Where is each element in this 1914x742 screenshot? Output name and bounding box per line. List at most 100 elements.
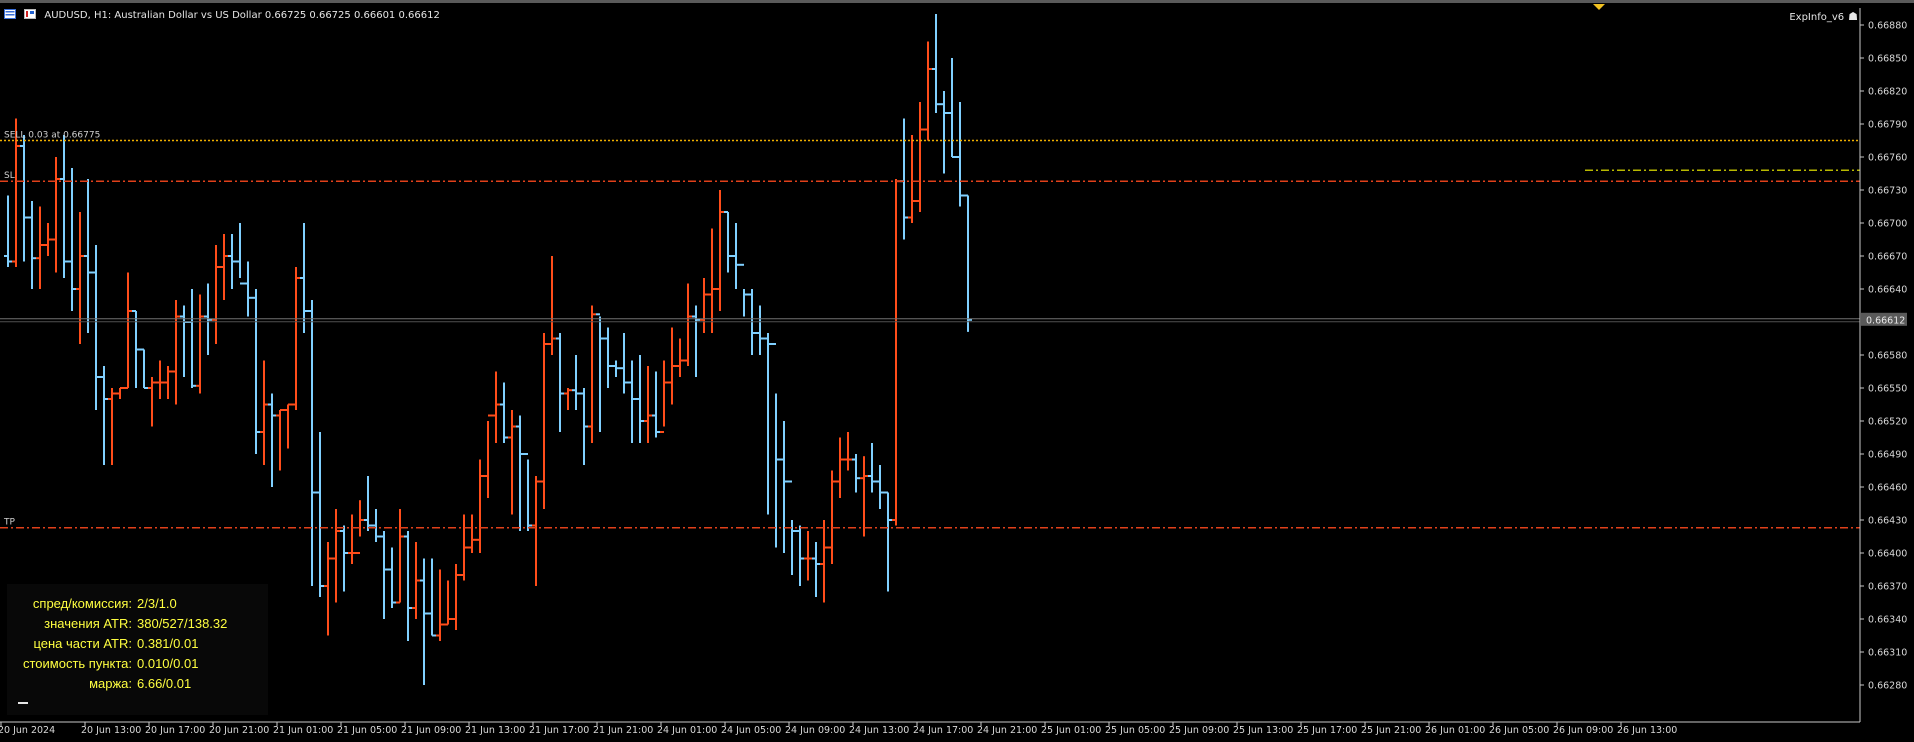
ohlc-bar [436,569,444,641]
time-tick-label: 25 Jun 17:00 [1297,725,1357,736]
ohlc-bar [564,388,572,410]
ohlc-bar [100,366,108,465]
info-value: 0.381/0.01 [137,636,199,651]
ohlc-bar [428,558,436,637]
time-tick-label: 21 Jun 21:00 [593,725,653,736]
ohlc-bar [540,333,548,509]
time-tick-label: 24 Jun 21:00 [977,725,1037,736]
ohlc-bar [68,168,76,311]
ohlc-bar [780,421,788,553]
ohlc-bar [20,135,28,262]
ohlc-bar [764,333,772,515]
ohlc-bar [652,371,660,438]
ohlc-bar [612,360,620,377]
ohlc-bar [60,135,68,278]
ohlc-bar [372,509,380,542]
take-profit-label: TP [3,518,15,528]
ohlc-bar [460,514,468,581]
ohlc-bar [132,310,140,388]
bid-price-label: 0.66612 [1866,315,1905,326]
ohlc-bar [668,327,676,405]
ohlc-bar [620,333,628,394]
price-tick-label: 0.66790 [1868,120,1907,131]
chart-shift-marker[interactable] [1593,4,1605,10]
ohlc-bar [52,157,60,273]
sell-order-label: SELL 0.03 at 0.66775 [4,131,100,141]
ohlc-bar [348,514,356,564]
price-tick-label: 0.66580 [1868,351,1907,362]
trade-level-labels: SELL 0.03 at 0.66775 SL TP [3,131,100,528]
price-tick-label: 0.66490 [1868,450,1907,461]
ohlc-bar [500,382,508,443]
time-tick-label: 26 Jun 01:00 [1425,725,1485,736]
ohlc-bar [852,454,860,493]
ohlc-bar [636,355,644,443]
ohlc-bar [956,102,964,207]
ohlc-bar [508,410,516,515]
ohlc-bar [812,542,820,597]
price-tick-label: 0.66730 [1868,186,1907,197]
ohlc-bar [332,509,340,603]
time-tick-label: 24 Jun 13:00 [849,725,909,736]
price-tick-label: 0.66670 [1868,252,1907,263]
ohlc-bar [580,388,588,465]
ohlc-bar [28,201,36,289]
ohlc-bar [252,289,260,454]
ohlc-bar [772,343,780,548]
ohlc-bar [836,437,844,498]
ohlc-bar [948,58,956,158]
ohlc-bar [276,409,284,471]
ohlc-bar [820,520,828,603]
ohlc-bar [596,313,604,432]
price-axis: 0.66880 0.66850 0.66820 0.66790 0.66760 0.667… [1593,4,1907,722]
ohlc-bar [708,228,716,333]
ohlc-bar [916,102,924,212]
ohlc-bar [964,194,972,332]
ohlc-bar [220,234,228,300]
price-tick-label: 0.66880 [1868,21,1907,32]
ohlc-bar [588,305,596,443]
ohlc-bar [76,212,84,344]
time-tick-label: 25 Jun 05:00 [1105,725,1165,736]
ohlc-bar [420,558,428,685]
ohlc-bar [492,371,500,443]
info-row-margin: маржа: 6.66/0.01 [7,676,268,694]
price-tick-label: 0.66520 [1868,417,1907,428]
price-chart[interactable]: SELL 0.03 at 0.66775SLTP 0.668800.668500… [0,0,1914,742]
ohlc-bar [516,415,524,531]
ohlc-bar [484,414,492,498]
time-tick-label: 20 Jun 2024 [0,725,55,736]
ohlc-bar [628,360,636,443]
ohlc-bar [308,300,316,586]
ohlc-bar [940,91,948,174]
ohlc-bar [604,327,612,388]
ohlc-bar [316,432,324,597]
info-label: цена части ATR: [33,636,132,651]
price-tick-label: 0.66370 [1868,582,1907,593]
time-tick-label: 24 Jun 01:00 [657,725,717,736]
time-tick-label: 24 Jun 05:00 [721,725,781,736]
time-axis: 20 Jun 2024 20 Jun 13:00 20 Jun 17:00 20 Ju… [0,721,1860,736]
ohlc-bar [476,459,484,553]
ohlc-bar [84,179,92,333]
panel-minimize-handle[interactable] [18,702,28,704]
ohlc-bar [932,14,940,113]
ohlc-bar [468,514,476,553]
ohlc-bar [212,245,220,344]
time-tick-label: 21 Jun 05:00 [337,725,397,736]
info-row-atr: значения ATR: 380/527/138.32 [7,616,268,634]
ohlc-bar [324,542,332,636]
price-tick-label: 0.66550 [1868,384,1907,395]
ohlc-bar [292,267,300,410]
ohlc-bar [180,305,188,377]
time-tick-label: 25 Jun 01:00 [1041,725,1101,736]
ohlc-bar [828,470,836,564]
price-tick-label: 0.66640 [1868,285,1907,296]
ohlc-bar [844,432,852,471]
info-value: 380/527/138.32 [137,616,228,631]
ohlc-bar [876,465,884,509]
ohlc-bar [444,580,452,626]
ohlc-bar [300,223,308,333]
ohlc-bar [340,525,348,592]
ohlc-bar [900,118,908,240]
